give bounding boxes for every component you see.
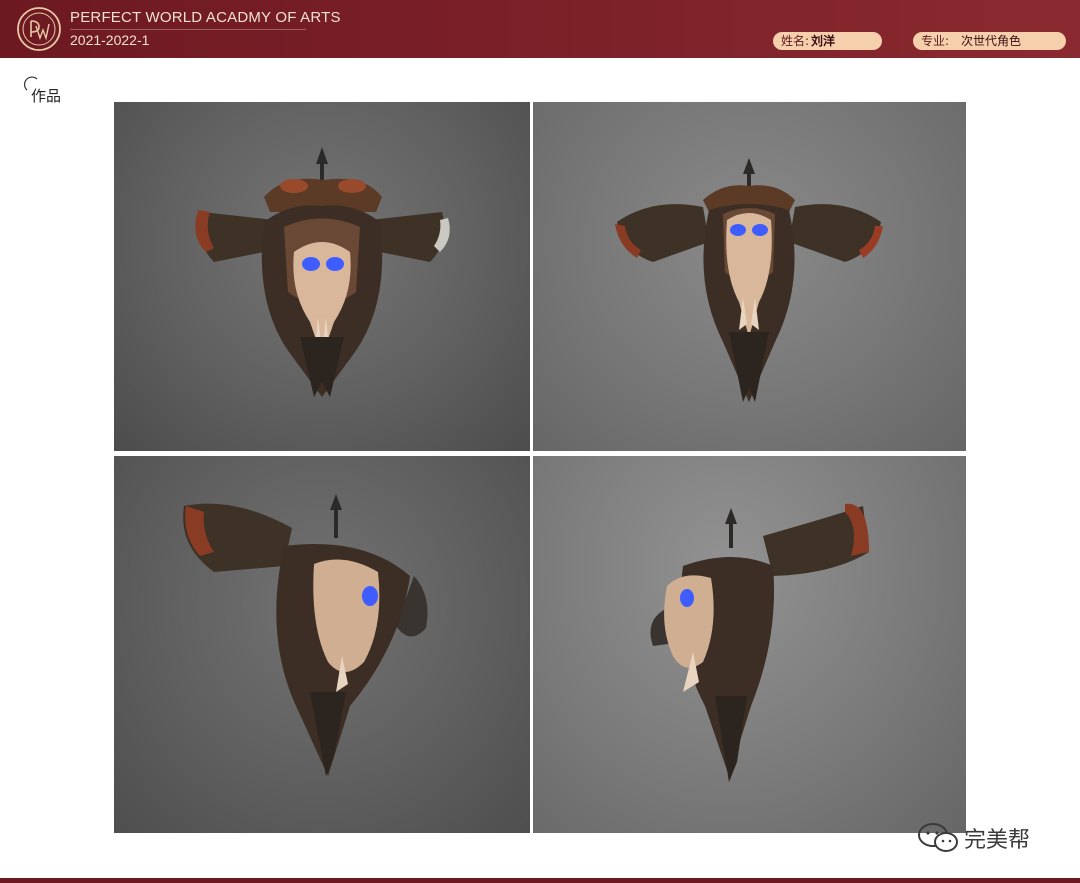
footer-bar	[0, 878, 1080, 883]
wechat-icon	[918, 823, 958, 852]
name-badge: 姓名: 刘洋	[773, 32, 882, 50]
section-heading: 作品	[22, 76, 82, 106]
render-right-three-quarter-view	[533, 456, 966, 833]
major-value: 次世代角色	[961, 34, 1022, 48]
skull-shield-render-1	[195, 147, 450, 397]
watermark-text: 完美帮	[964, 828, 1031, 853]
header-bar: PERFECT WORLD ACADMY OF ARTS 2021-2022-1…	[0, 0, 1080, 58]
render-front-angled-view	[533, 102, 966, 451]
academy-logo	[16, 6, 62, 52]
academic-year: 2021-2022-1	[70, 32, 150, 48]
render-front-view	[114, 102, 530, 451]
skull-shield-render-4	[650, 503, 869, 782]
school-name: PERFECT WORLD ACADMY OF ARTS	[70, 9, 341, 26]
major-label: 专业:	[921, 34, 950, 48]
name-label: 姓名:	[781, 34, 810, 48]
skull-shield-render-2	[615, 158, 883, 402]
section-title: 作品	[31, 87, 62, 105]
major-badge: 专业: 次世代角色	[913, 32, 1066, 50]
title-divider	[70, 29, 306, 30]
skull-shield-render-3	[183, 494, 428, 776]
name-value: 刘洋	[811, 34, 836, 48]
render-left-three-quarter-view	[114, 456, 530, 833]
